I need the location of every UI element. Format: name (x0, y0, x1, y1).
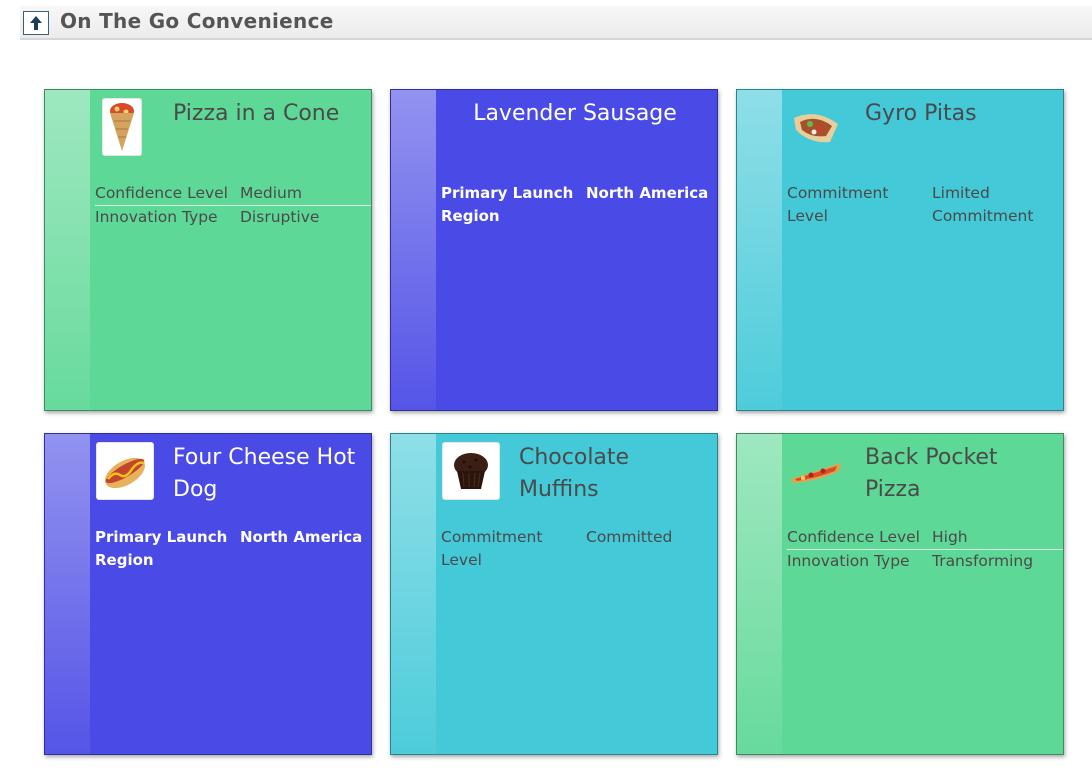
field-row: Confidence Level High (787, 526, 1063, 550)
card-fields: Confidence Level Medium Innovation Type … (95, 182, 371, 229)
card-fields: Primary Launch Region North America (441, 182, 717, 228)
card-stripe (737, 90, 782, 410)
field-value: Disruptive (240, 208, 320, 226)
card-fields: Commitment Level Limited Commitment (787, 182, 1063, 228)
field-value: Transforming (932, 552, 1034, 570)
card-stripe (391, 434, 436, 754)
field-label: Primary Launch Region (441, 184, 574, 225)
pizza-slice-icon (788, 442, 844, 498)
card-back-pocket-pizza[interactable]: Back Pocket Pizza Confidence Level High … (736, 433, 1064, 755)
card-title: Four Cheese Hot Dog (173, 445, 356, 502)
field-row: Commitment Level Committed (441, 526, 717, 572)
field-value: Medium (240, 184, 302, 202)
field-value: Committed (586, 528, 673, 546)
field-row: Innovation Type Transforming (787, 550, 1063, 573)
card-pizza-in-a-cone[interactable]: Pizza in a Cone Confidence Level Medium … (44, 89, 372, 411)
field-label: Commitment Level (787, 184, 889, 225)
card-title: Lavender Sausage (473, 101, 677, 126)
field-value: Limited Commitment (932, 184, 1034, 225)
field-value: High (932, 528, 968, 546)
field-label: Innovation Type (787, 552, 910, 570)
gyro-icon (788, 98, 844, 154)
header-bar: On The Go Convenience (20, 6, 1092, 40)
card-fields: Confidence Level High Innovation Type Tr… (787, 526, 1063, 573)
card-title: Back Pocket Pizza (865, 445, 998, 502)
field-row: Confidence Level Medium (95, 182, 371, 206)
field-value: North America (586, 184, 709, 202)
card-fields: Primary Launch Region North America (95, 526, 371, 572)
field-row: Commitment Level Limited Commitment (787, 182, 1063, 228)
card-title: Chocolate Muffins (519, 445, 630, 502)
field-label: Confidence Level (787, 528, 920, 546)
card-stripe (45, 434, 90, 754)
hot-dog-icon (96, 442, 154, 500)
field-row: Primary Launch Region North America (95, 526, 371, 572)
card-title: Gyro Pitas (865, 101, 977, 126)
muffin-icon (442, 442, 500, 500)
field-label: Confidence Level (95, 184, 228, 202)
field-value: North America (240, 528, 363, 546)
card-lavender-sausage[interactable]: Lavender Sausage Primary Launch Region N… (390, 89, 718, 411)
pizza-cone-icon (102, 98, 142, 156)
field-row: Innovation Type Disruptive (95, 206, 371, 229)
card-gyro-pitas[interactable]: Gyro Pitas Commitment Level Limited Comm… (736, 89, 1064, 411)
card-four-cheese-hot-dog[interactable]: Four Cheese Hot Dog Primary Launch Regio… (44, 433, 372, 755)
page-title: On The Go Convenience (60, 9, 334, 33)
field-label: Commitment Level (441, 528, 543, 569)
card-fields: Commitment Level Committed (441, 526, 717, 572)
field-row: Primary Launch Region North America (441, 182, 717, 228)
card-title: Pizza in a Cone (173, 101, 340, 126)
field-label: Primary Launch Region (95, 528, 228, 569)
field-label: Innovation Type (95, 208, 218, 226)
card-chocolate-muffins[interactable]: Chocolate Muffins Commitment Level Commi… (390, 433, 718, 755)
card-stripe (737, 434, 782, 754)
up-arrow-icon[interactable] (23, 11, 49, 35)
card-stripe (45, 90, 90, 410)
card-stripe (391, 90, 436, 410)
